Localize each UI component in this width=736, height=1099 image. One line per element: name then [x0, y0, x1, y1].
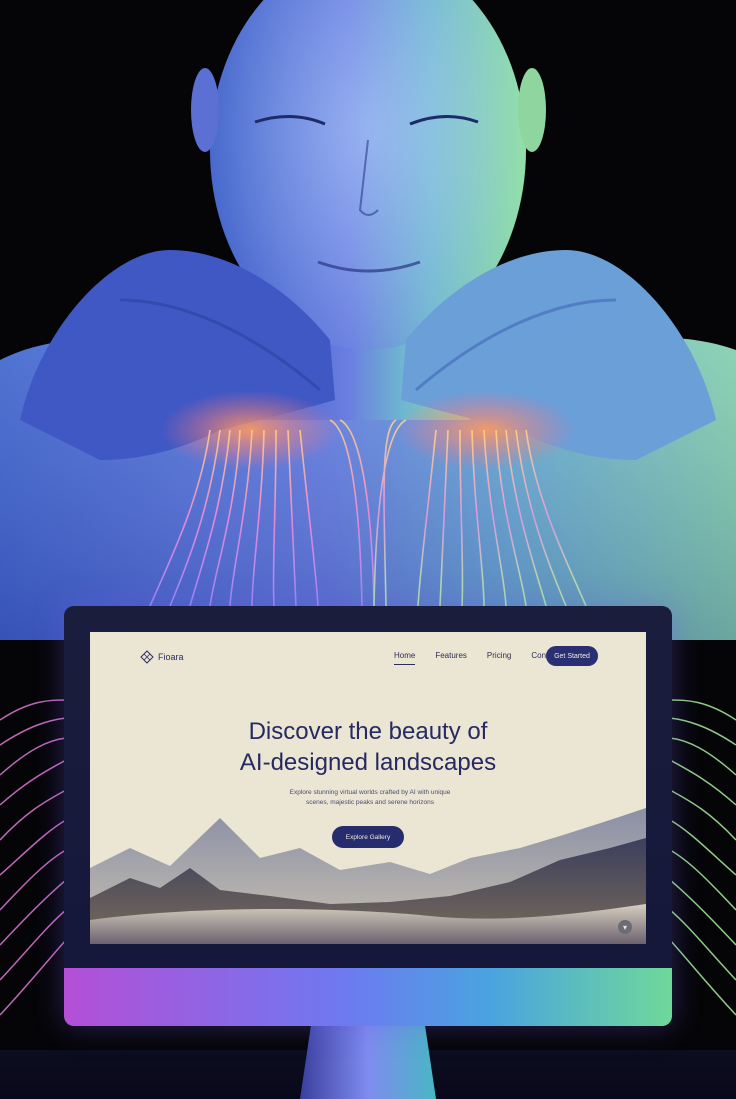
diamond-grid-logo-icon: [140, 650, 154, 664]
monitor-chin: [64, 968, 672, 1026]
hero-title: Discover the beauty of AI-designed lands…: [90, 716, 646, 778]
site-navbar: Fioara Home Features Pricing Contact Get…: [90, 632, 646, 680]
scroll-down-button[interactable]: ▾: [618, 920, 632, 934]
monitor-stand: [300, 1026, 436, 1099]
hero-subtitle: Explore stunning virtual worlds crafted …: [260, 788, 480, 808]
get-started-button[interactable]: Get Started: [546, 646, 598, 666]
logo-text: Fioara: [158, 652, 184, 662]
nav-pricing[interactable]: Pricing: [487, 651, 511, 665]
nav-features[interactable]: Features: [435, 651, 467, 665]
hero-title-line-1: Discover the beauty of: [248, 718, 488, 745]
hero-subtitle-line-1: Explore stunning virtual worlds crafted …: [289, 789, 451, 796]
website-screen: Fioara Home Features Pricing Contact Get…: [90, 632, 646, 944]
nav-home[interactable]: Home: [394, 651, 416, 665]
explore-gallery-button[interactable]: Explore Gallery: [332, 826, 404, 848]
fiber-side-left: [0, 699, 67, 1016]
site-logo[interactable]: Fioara: [140, 650, 184, 664]
chevron-down-icon: ▾: [622, 922, 627, 932]
hero-subtitle-line-2: scenes, majestic peaks and serene horizo…: [306, 799, 434, 806]
hero-title-line-2: AI-designed landscapes: [239, 749, 497, 776]
fiber-side-right: [669, 699, 736, 1016]
